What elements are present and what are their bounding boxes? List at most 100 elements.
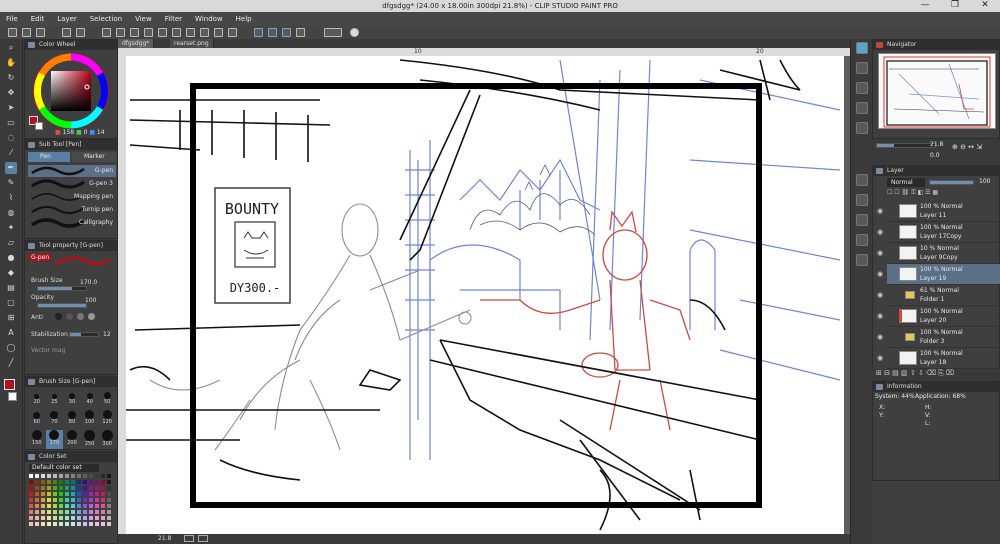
operation-icon[interactable]: ➤ <box>5 102 17 114</box>
color-swatch[interactable] <box>107 486 111 490</box>
crop-icon[interactable] <box>214 28 223 37</box>
color-swatch[interactable] <box>41 510 45 514</box>
selection-launcher-icon[interactable] <box>228 28 237 37</box>
color-swatch[interactable] <box>101 474 105 478</box>
color-swatch[interactable] <box>47 498 51 502</box>
layer-property-icon[interactable] <box>856 174 868 186</box>
color-swatch[interactable] <box>59 522 63 526</box>
eye-icon[interactable]: ◉ <box>877 291 883 299</box>
color-swatch[interactable] <box>35 474 39 478</box>
brush-size-option[interactable]: 250 <box>81 429 99 449</box>
layer-row[interactable]: ◉ 100 % Normal Layer 20 <box>877 306 1000 327</box>
text-icon[interactable]: A <box>5 327 17 339</box>
color-swatch[interactable] <box>41 486 45 490</box>
auto-action-icon[interactable] <box>856 254 868 266</box>
color-swatch[interactable] <box>29 474 33 478</box>
brush-size-option[interactable]: 150 <box>28 429 46 449</box>
navigator-preview[interactable] <box>878 53 996 129</box>
brush-item-turnip-pen[interactable]: Turnip pen <box>28 204 116 216</box>
eye-icon[interactable]: ◉ <box>877 249 883 257</box>
sub-color-chip[interactable] <box>8 392 17 401</box>
color-swatch[interactable] <box>95 474 99 478</box>
brush-item-g-pen-3[interactable]: G-pen 3 <box>28 178 116 190</box>
color-swatch[interactable] <box>65 516 69 520</box>
help-icon[interactable] <box>350 28 359 37</box>
brush-size-slider[interactable] <box>37 286 87 291</box>
brush-size-option[interactable]: 60 <box>28 409 46 428</box>
menu-view[interactable]: View <box>135 15 152 23</box>
color-swatch[interactable] <box>59 516 63 520</box>
color-swatch[interactable] <box>101 510 105 514</box>
item-bank-icon[interactable] <box>856 122 868 134</box>
color-swatch[interactable] <box>95 486 99 490</box>
clear-outside-icon[interactable] <box>116 28 125 37</box>
color-swatch[interactable] <box>47 474 51 478</box>
color-swatch[interactable] <box>59 492 63 496</box>
layer-folder-row[interactable]: ◉ 100 % Normal Folder 3 <box>877 327 1000 348</box>
balloon-icon[interactable]: ◯ <box>5 342 17 354</box>
color-swatch[interactable] <box>107 498 111 502</box>
ruler-icon[interactable]: ╱ <box>5 357 17 369</box>
color-swatch[interactable] <box>71 522 75 526</box>
color-swatch[interactable] <box>35 498 39 502</box>
pen-icon[interactable]: ✒ <box>5 162 17 174</box>
color-swatch[interactable] <box>107 492 111 496</box>
tab-dfgsdgg[interactable]: dfgsdgg* <box>118 39 155 48</box>
eraser-icon[interactable]: ▱ <box>5 237 17 249</box>
color-swatch[interactable] <box>35 516 39 520</box>
color-swatch[interactable] <box>101 480 105 484</box>
color-swatch[interactable] <box>65 522 69 526</box>
color-swatch[interactable] <box>95 492 99 496</box>
save-icon[interactable] <box>36 28 45 37</box>
open-icon[interactable] <box>22 28 31 37</box>
color-swatch[interactable] <box>29 516 33 520</box>
subview-tab-icon[interactable] <box>856 102 868 114</box>
color-swatch[interactable] <box>29 504 33 508</box>
anti-aliasing-options[interactable] <box>55 313 113 321</box>
clear-icon[interactable] <box>102 28 111 37</box>
brush-size-option[interactable]: 200 <box>63 429 81 449</box>
color-swatch[interactable] <box>35 504 39 508</box>
main-color-chip[interactable] <box>4 379 15 390</box>
color-swatch[interactable] <box>71 516 75 520</box>
color-swatch[interactable] <box>83 516 87 520</box>
brush-size-option[interactable]: 25 <box>46 389 64 408</box>
color-swatch[interactable] <box>65 480 69 484</box>
color-swatch[interactable] <box>83 474 87 478</box>
color-swatch[interactable] <box>89 510 93 514</box>
color-swatch[interactable] <box>89 486 93 490</box>
blend-icon[interactable]: ● <box>5 252 17 264</box>
color-swatch[interactable] <box>107 504 111 508</box>
zoom-in-icon[interactable] <box>198 535 208 542</box>
color-swatch[interactable] <box>71 486 75 490</box>
color-swatch[interactable] <box>47 486 51 490</box>
color-swatch[interactable] <box>107 474 111 478</box>
opacity-slider[interactable] <box>37 303 87 308</box>
color-swatch[interactable] <box>77 480 81 484</box>
eye-icon[interactable]: ◉ <box>877 354 883 362</box>
color-swatch[interactable] <box>35 522 39 526</box>
color-swatch[interactable] <box>77 504 81 508</box>
color-swatch[interactable] <box>101 522 105 526</box>
color-swatch[interactable] <box>71 492 75 496</box>
color-swatch[interactable] <box>53 498 57 502</box>
sub-color-swatch[interactable] <box>35 122 43 130</box>
color-swatch[interactable] <box>35 510 39 514</box>
layer-actions-icons[interactable]: ⊞ ⊟ ▤ ▥ ⇧ ⇩ ⌫ ⎘ ⌧ <box>872 369 1000 381</box>
color-swatch[interactable] <box>41 480 45 484</box>
color-swatch[interactable] <box>95 516 99 520</box>
shrink-selection-icon[interactable] <box>200 28 209 37</box>
navigator-zoom-slider[interactable] <box>876 143 936 148</box>
color-swatch[interactable] <box>101 504 105 508</box>
stabilization-value[interactable]: 12 <box>103 331 111 338</box>
brush-size-option[interactable]: 120 <box>98 409 116 428</box>
expand-selection-icon[interactable] <box>186 28 195 37</box>
pencil-icon[interactable]: ✎ <box>5 177 17 189</box>
airbrush-icon[interactable]: ◍ <box>5 207 17 219</box>
color-swatch[interactable] <box>29 480 33 484</box>
transform-icon[interactable] <box>144 28 153 37</box>
eye-icon[interactable]: ◉ <box>877 270 883 278</box>
deselect-icon[interactable] <box>158 28 167 37</box>
color-swatch[interactable] <box>77 486 81 490</box>
layer-toolbar-icons[interactable]: ☐ ☐ ⛓ ⚿ ◧ ☰ ▦ <box>887 189 997 198</box>
